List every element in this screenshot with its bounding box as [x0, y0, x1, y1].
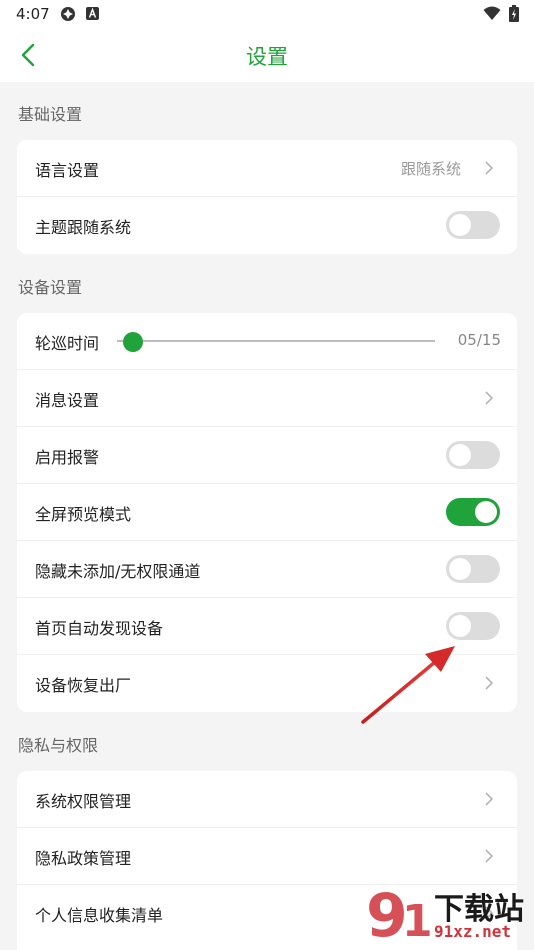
row-value: 跟随系统 [400, 160, 461, 178]
toggle-knob [449, 444, 471, 466]
row-fullscreen-preview: 全屏预览模式 [17, 484, 517, 541]
row-privacy-policy[interactable]: 隐私政策管理 [17, 828, 517, 885]
battery-icon [509, 5, 519, 22]
a-notification-icon [86, 7, 99, 20]
row-patrol-time: 轮巡时间 05/15 [17, 313, 517, 370]
row-label: 语言设置 [35, 161, 100, 180]
svg-text:1: 1 [402, 896, 432, 947]
watermark: 9 1 下载站 91xz.net [362, 880, 534, 950]
row-theme-follow-system: 主题跟随系统 [17, 197, 517, 254]
section-header-device: 设备设置 [18, 278, 83, 297]
alarm-toggle[interactable] [446, 441, 500, 469]
chevron-right-icon [485, 676, 494, 690]
row-label: 隐私政策管理 [35, 849, 132, 868]
row-label: 启用报警 [35, 448, 100, 467]
patrol-time-value: 05/15 [457, 331, 501, 349]
theme-toggle[interactable] [446, 211, 500, 239]
settings-screen: 4:07 设置 基础设置 语言设置 跟随系统 主题跟随系统 设备设置 轮巡时间 … [0, 0, 534, 950]
row-enable-alarm: 启用报警 [17, 427, 517, 484]
title-bar: 设置 [0, 28, 534, 82]
hide-channels-toggle[interactable] [446, 555, 500, 583]
auto-discover-toggle[interactable] [446, 612, 500, 640]
row-label: 个人信息收集清单 [35, 906, 164, 925]
row-system-permissions[interactable]: 系统权限管理 [17, 771, 517, 828]
toggle-knob [449, 558, 471, 580]
chevron-right-icon [485, 792, 494, 806]
section-header-privacy: 隐私与权限 [18, 736, 99, 755]
row-label: 消息设置 [35, 391, 100, 410]
annotation-arrow-icon [361, 646, 455, 724]
row-language[interactable]: 语言设置 跟随系统 [17, 140, 517, 197]
fullscreen-preview-toggle[interactable] [446, 498, 500, 526]
toggle-knob [475, 501, 497, 523]
row-label: 首页自动发现设备 [35, 619, 164, 638]
row-message-settings[interactable]: 消息设置 [17, 370, 517, 427]
row-label: 系统权限管理 [35, 792, 132, 811]
row-hide-channels: 隐藏未添加/无权限通道 [17, 541, 517, 598]
page-title: 设置 [246, 45, 288, 69]
watermark-logo-icon: 9 1 [366, 881, 432, 950]
watermark-url: 91xz.net [434, 922, 512, 941]
status-time: 4:07 [16, 5, 50, 23]
toggle-knob [449, 615, 471, 637]
row-label: 轮巡时间 [35, 334, 100, 353]
toggle-knob [449, 214, 471, 236]
patrol-time-slider-thumb[interactable] [123, 332, 143, 352]
chevron-right-icon [485, 161, 494, 175]
settings-app-icon [61, 7, 75, 21]
row-label: 主题跟随系统 [35, 218, 132, 237]
row-label: 设备恢复出厂 [35, 676, 132, 695]
wifi-icon [483, 6, 501, 20]
section-header-basic: 基础设置 [18, 105, 83, 124]
row-label: 隐藏未添加/无权限通道 [35, 562, 201, 581]
patrol-time-slider-track[interactable] [117, 340, 435, 342]
chevron-right-icon [485, 391, 494, 405]
status-bar: 4:07 [0, 0, 534, 28]
card-basic-settings: 语言设置 跟随系统 主题跟随系统 [17, 140, 517, 254]
row-label: 全屏预览模式 [35, 505, 132, 524]
chevron-right-icon [485, 849, 494, 863]
